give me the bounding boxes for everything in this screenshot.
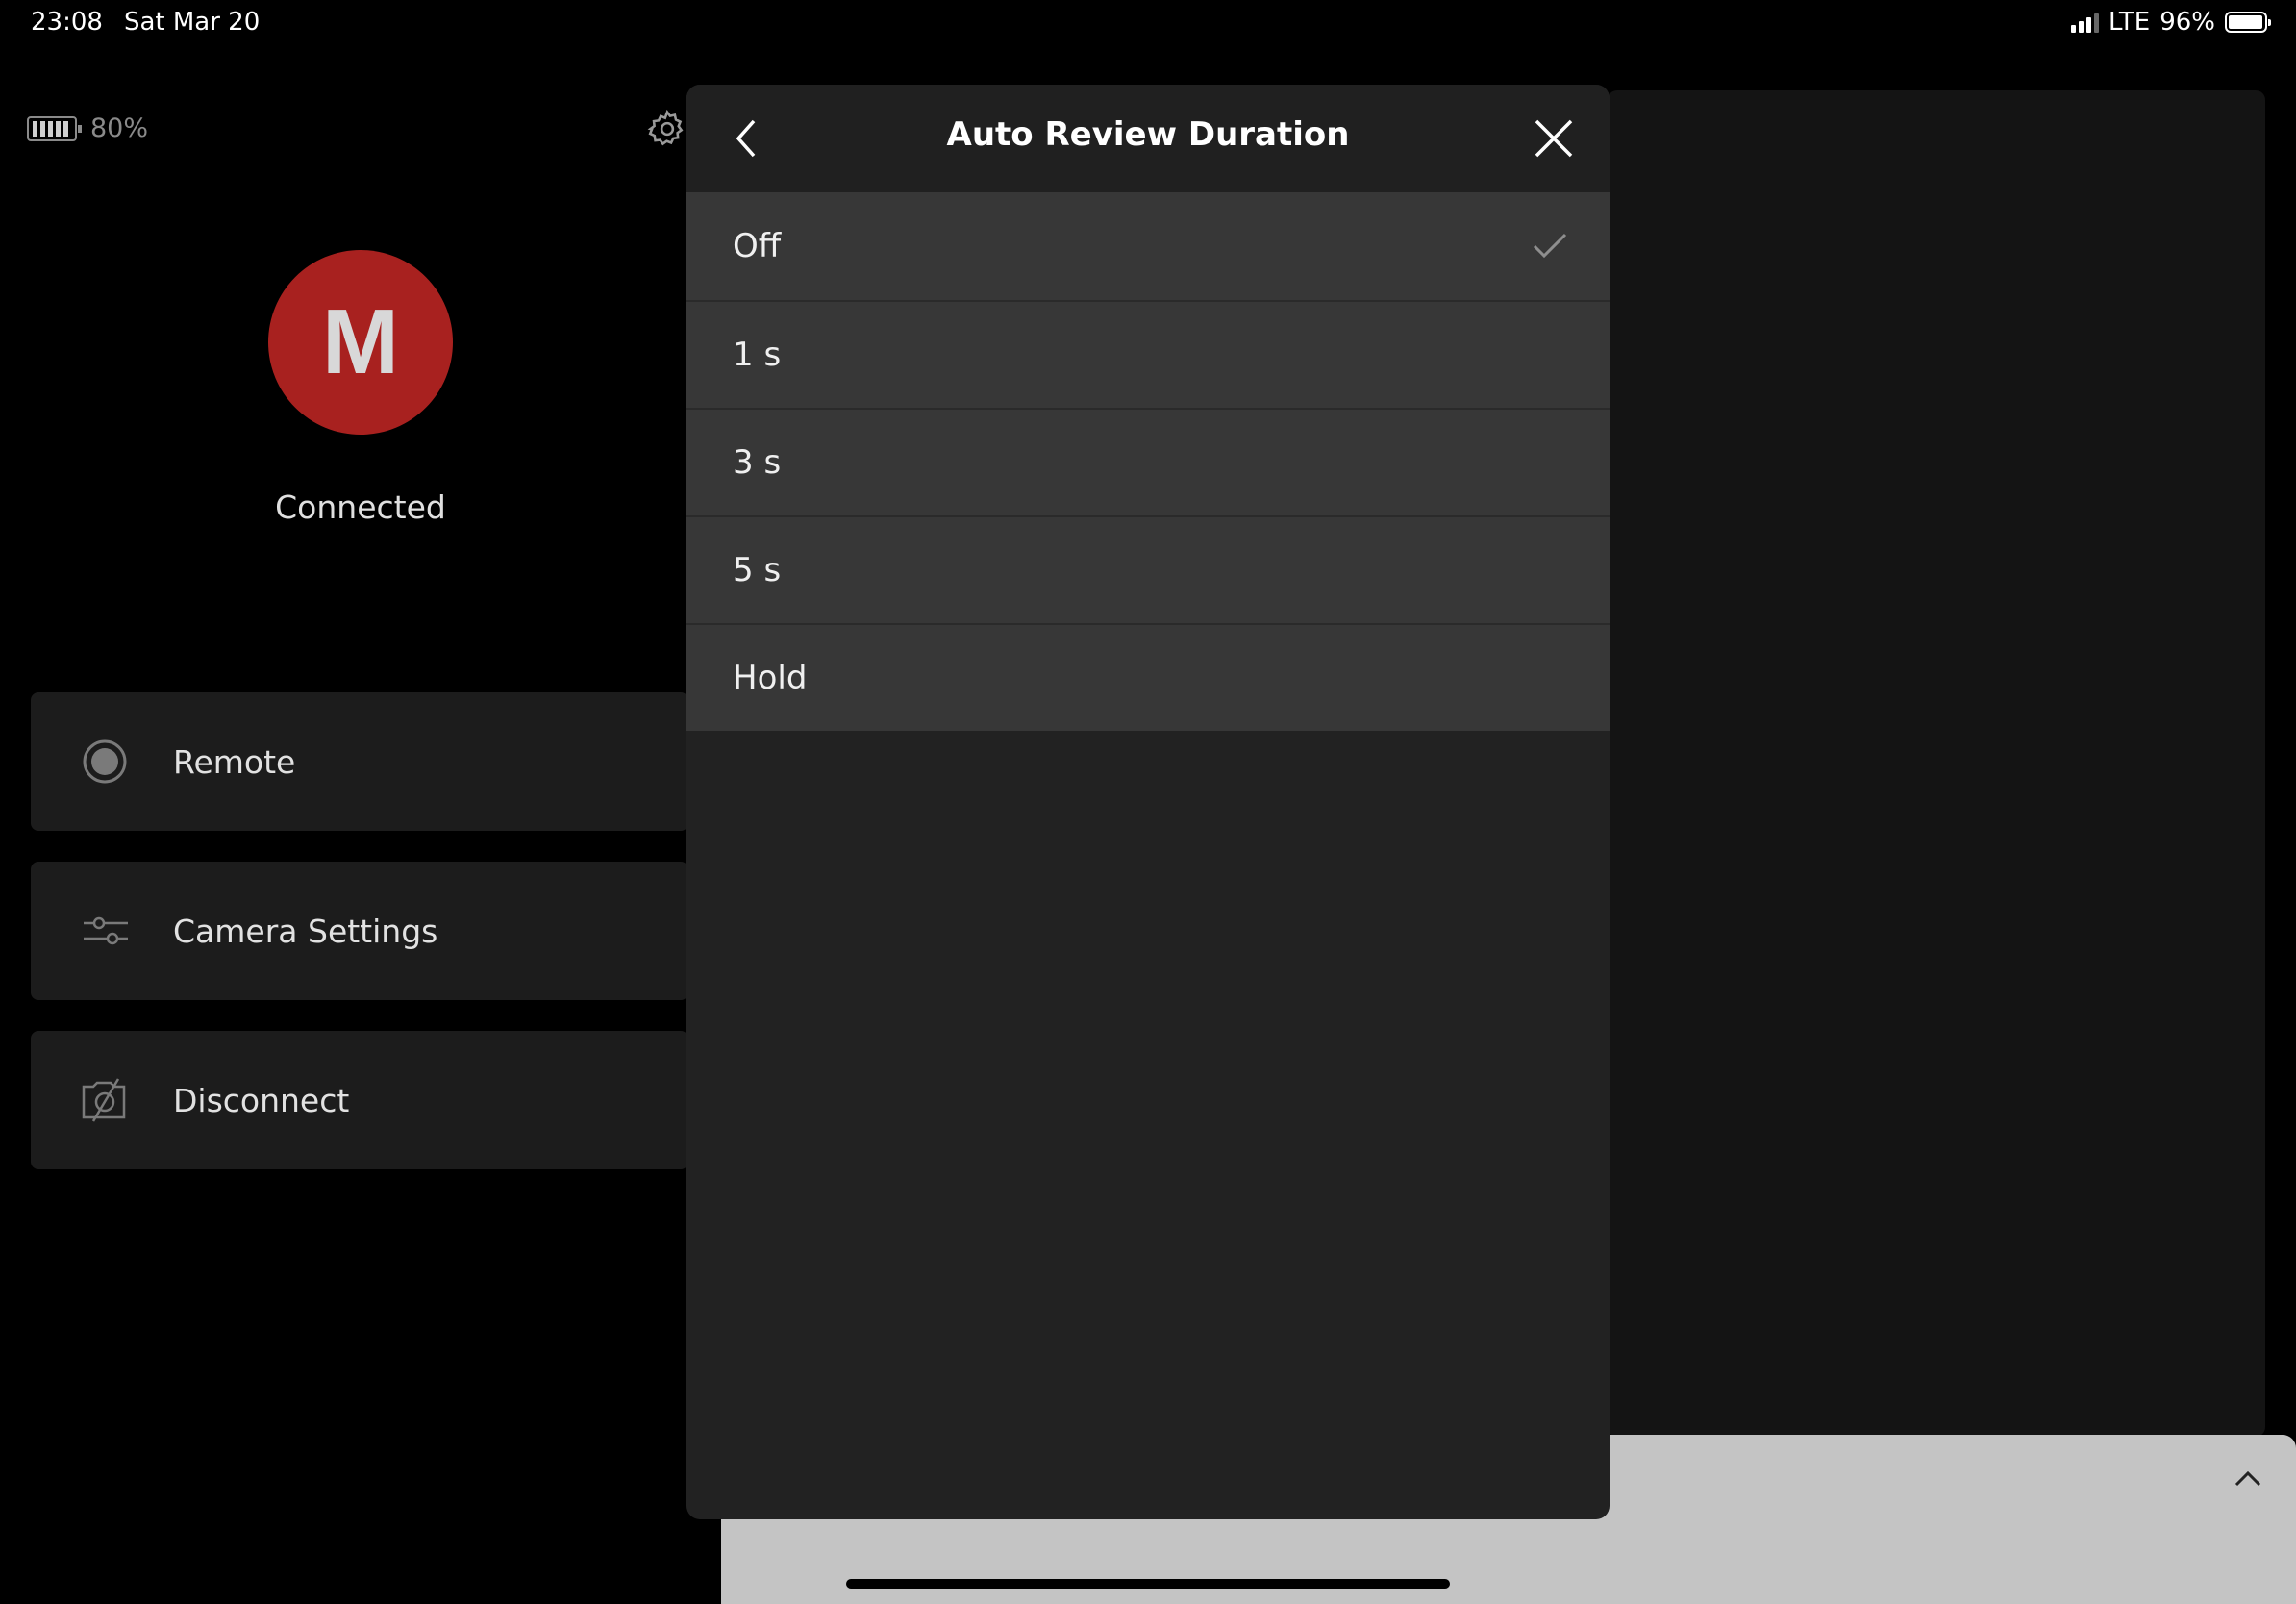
camera-battery-icon bbox=[27, 115, 82, 141]
close-button[interactable] bbox=[1531, 115, 1577, 162]
menu-item-label: Camera Settings bbox=[173, 912, 438, 950]
disconnect-icon bbox=[69, 1065, 140, 1136]
battery-icon bbox=[2225, 12, 2271, 33]
modal-header: Auto Review Duration bbox=[686, 85, 1610, 192]
sliders-icon bbox=[69, 895, 140, 966]
battery-percent: 96% bbox=[2159, 8, 2215, 37]
menu-item-disconnect[interactable]: Disconnect bbox=[31, 1031, 688, 1169]
status-time: 23:08 bbox=[31, 8, 103, 37]
cellular-signal-icon bbox=[2070, 12, 2099, 33]
option-label: Off bbox=[733, 227, 782, 265]
close-icon bbox=[1535, 119, 1573, 158]
settings-gear-button[interactable] bbox=[646, 108, 688, 150]
menu-item-label: Remote bbox=[173, 742, 296, 781]
auto-review-duration-modal: Auto Review Duration Off 1 s 3 s 5 s Hol… bbox=[686, 85, 1610, 1519]
network-type: LTE bbox=[2108, 8, 2151, 37]
option-off[interactable]: Off bbox=[686, 192, 1610, 300]
status-date: Sat Mar 20 bbox=[123, 8, 261, 37]
status-bar: 23:08 Sat Mar 20 LTE 96% bbox=[0, 0, 2296, 46]
menu-item-label: Disconnect bbox=[173, 1081, 350, 1119]
option-label: 5 s bbox=[733, 551, 782, 589]
connection-status: Connected bbox=[275, 489, 446, 526]
option-5s[interactable]: 5 s bbox=[686, 515, 1610, 623]
home-indicator[interactable] bbox=[846, 1579, 1450, 1589]
option-label: 3 s bbox=[733, 443, 782, 482]
option-hold[interactable]: Hold bbox=[686, 623, 1610, 731]
content-panel bbox=[1608, 90, 2265, 1437]
option-3s[interactable]: 3 s bbox=[686, 408, 1610, 515]
duration-options-list: Off 1 s 3 s 5 s Hold bbox=[686, 192, 1610, 731]
menu-item-camera-settings[interactable]: Camera Settings bbox=[31, 862, 688, 1000]
chevron-up-icon[interactable] bbox=[2227, 1458, 2269, 1500]
status-bar-left: 23:08 Sat Mar 20 bbox=[31, 8, 260, 37]
record-icon bbox=[69, 726, 140, 797]
status-bar-right: LTE 96% bbox=[2070, 8, 2271, 37]
option-label: 1 s bbox=[733, 336, 782, 374]
camera-battery-level: 80% bbox=[90, 113, 149, 143]
gear-icon bbox=[647, 109, 684, 146]
modal-title: Auto Review Duration bbox=[946, 115, 1350, 154]
option-1s[interactable]: 1 s bbox=[686, 300, 1610, 408]
menu-item-remote[interactable]: Remote bbox=[31, 692, 688, 831]
camera-battery: 80% bbox=[27, 113, 148, 143]
camera-avatar: M bbox=[268, 250, 453, 435]
option-label: Hold bbox=[733, 659, 808, 697]
checkmark-icon bbox=[1533, 233, 1567, 259]
